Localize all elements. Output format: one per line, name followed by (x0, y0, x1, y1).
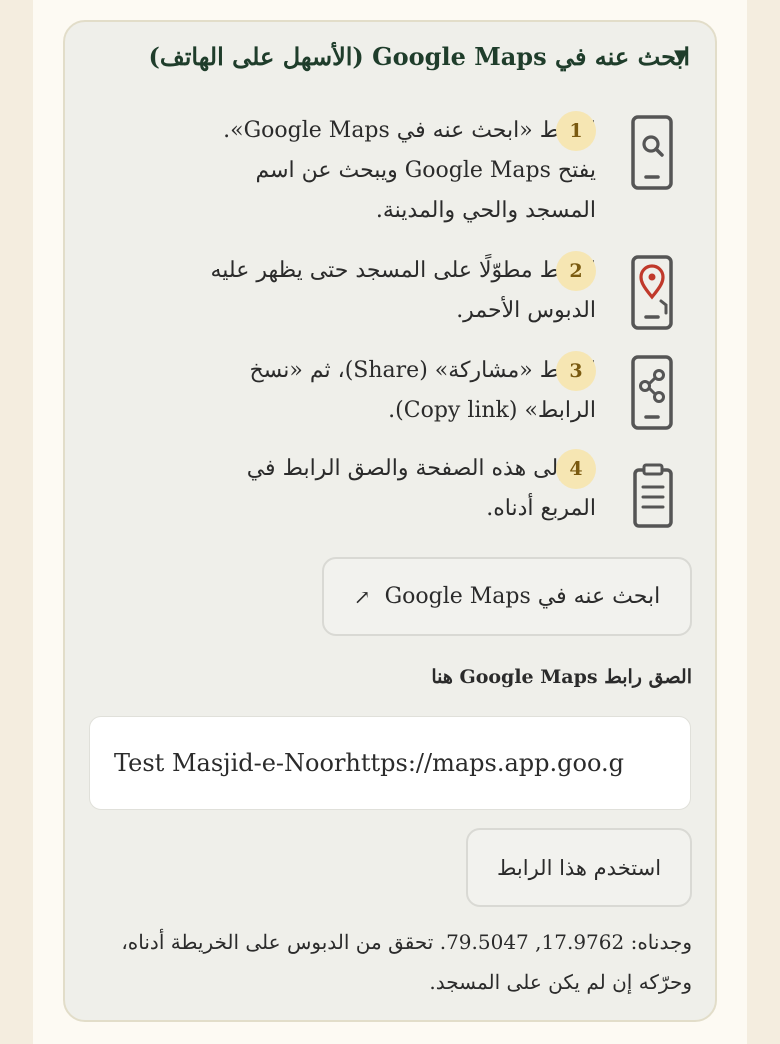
step-1-text: اضغط «ابحث عنه في Google Maps». يفتح Goo… (223, 118, 596, 223)
clipboard-icon (633, 463, 673, 528)
step-1-badge: 1 (556, 111, 596, 151)
step-3-badge: 3 (556, 351, 596, 391)
use-link-button[interactable]: استخدم هذا الرابط (466, 828, 692, 907)
step-4-text: عُد إلى هذه الصفحة والصق الرابط في المرب… (246, 456, 596, 521)
phone-share-icon (631, 355, 673, 430)
search-google-maps-button[interactable]: ابحث عنه في Google Maps ↗ (322, 557, 692, 636)
found-coordinates-message: وجدناه: 17.9762, 79.5047. تحقق من الدبوس… (121, 930, 692, 994)
search-google-maps-label: ابحث عنه في Google Maps (384, 584, 661, 609)
paste-link-label: الصق رابط Google Maps هنا (431, 666, 692, 688)
section-title[interactable]: ابحث عنه في Google Maps (الأسهل على الها… (149, 42, 690, 71)
step-2-badge: 2 (556, 251, 596, 291)
phone-pin-icon (631, 255, 673, 330)
phone-search-icon (631, 115, 673, 190)
step-4-badge: 4 (556, 449, 596, 489)
step-3-text: اضغط «مشاركة» (Share)، ثم «نسخ الرابط» (… (249, 358, 596, 423)
external-link-icon: ↗ (353, 584, 371, 609)
step-2-text: اضغط مطوّلًا على المسجد حتى يظهر عليه ال… (210, 258, 596, 323)
maps-link-input[interactable] (89, 716, 691, 810)
